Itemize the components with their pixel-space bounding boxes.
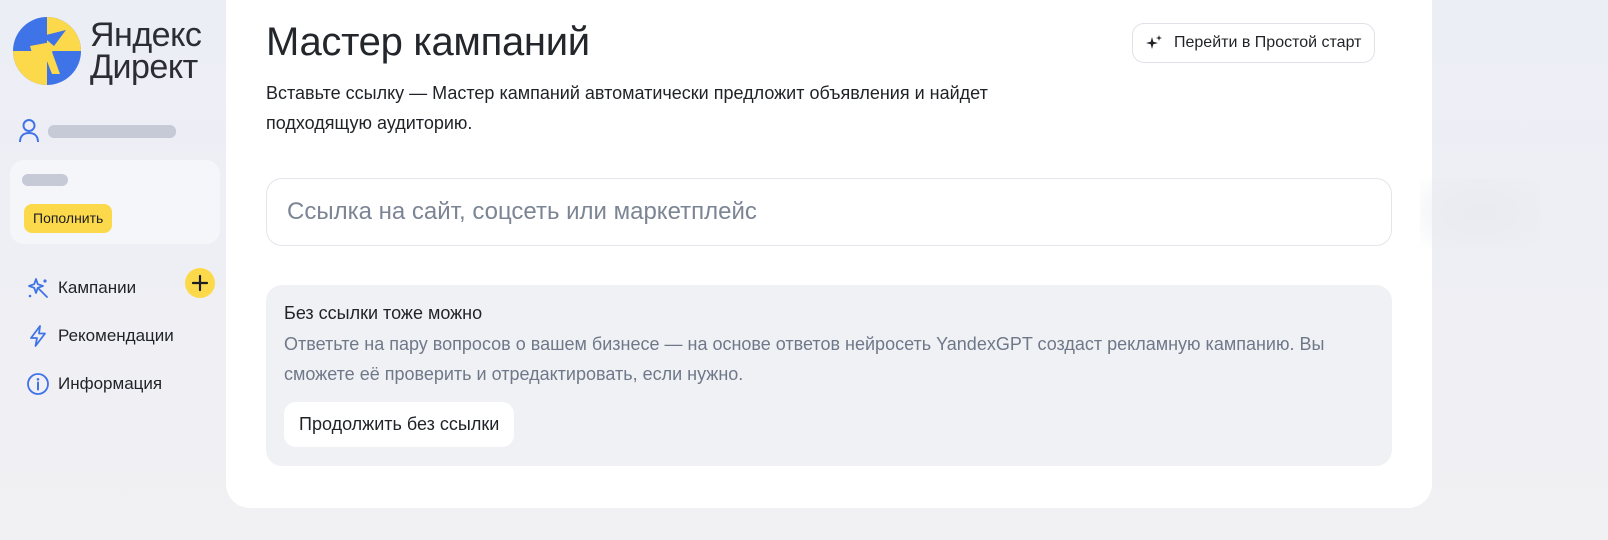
logo-line-2: Директ [90, 48, 198, 86]
balance-card: Пополнить [10, 160, 220, 244]
sidebar-item-information[interactable]: Информация [26, 360, 216, 408]
yandex-direct-logo[interactable]: Яндекс Директ [12, 16, 202, 86]
continue-without-link-button[interactable]: Продолжить без ссылки [284, 402, 515, 447]
account-name-placeholder [48, 124, 176, 138]
campaigns-sparkle-icon [28, 278, 48, 298]
plus-icon [191, 274, 209, 292]
logo-text: Яндекс Директ [90, 16, 202, 86]
sidebar: Яндекс Директ Пополнить Кампании Рекомен… [0, 0, 226, 540]
no-link-panel: Без ссылки тоже можно Ответьте на пару в… [266, 285, 1392, 466]
logo-line-1: Яндекс [90, 16, 202, 54]
simple-start-label: Перейти в Простой старт [1174, 34, 1362, 51]
simple-start-button[interactable]: Перейти в Простой старт [1132, 23, 1376, 63]
info-icon [27, 373, 49, 395]
sidebar-nav: Кампании Рекомендации Информация [26, 264, 216, 408]
user-icon [19, 119, 39, 143]
topup-button[interactable]: Пополнить [24, 204, 113, 233]
sidebar-item-label: Информация [58, 374, 163, 393]
sidebar-item-recommendations[interactable]: Рекомендации [26, 312, 216, 360]
sidebar-item-campaigns[interactable]: Кампании [26, 264, 216, 312]
sidebar-item-label: Кампании [58, 278, 137, 297]
no-link-description: Ответьте на пару вопросов о вашем бизнес… [284, 334, 1325, 384]
sparkle-icon [1146, 35, 1162, 49]
lightning-icon [30, 325, 46, 347]
sidebar-item-label: Рекомендации [58, 326, 174, 345]
background-shadow [1420, 178, 1540, 248]
no-link-title: Без ссылки тоже можно [284, 303, 483, 323]
account-selector[interactable] [18, 118, 176, 144]
yandex-direct-logo-icon [13, 17, 81, 85]
site-url-input[interactable] [266, 178, 1392, 246]
balance-placeholder [22, 174, 68, 186]
add-campaign-button[interactable] [185, 268, 215, 298]
page-subtitle: Вставьте ссылку — Мастер кампаний автома… [266, 83, 988, 133]
campaign-master-card: Мастер кампаний Перейти в Простой старт … [226, 0, 1432, 508]
page-title: Мастер кампаний [266, 20, 590, 64]
